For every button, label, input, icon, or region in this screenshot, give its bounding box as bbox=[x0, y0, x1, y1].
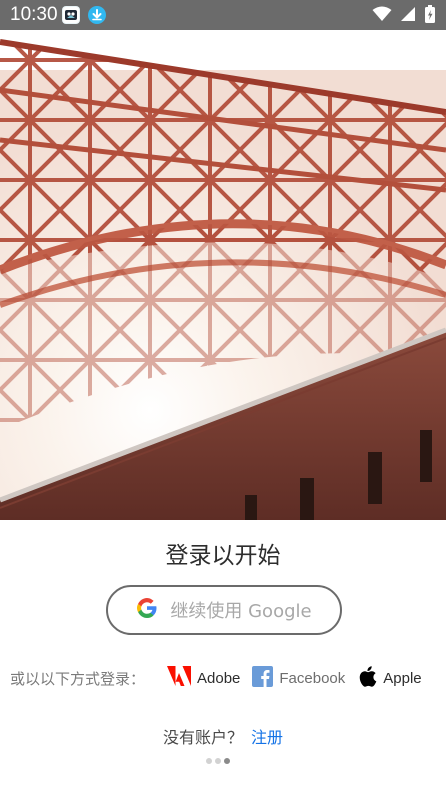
facebook-icon bbox=[252, 665, 274, 691]
status-bar: 10:30 bbox=[0, 0, 446, 30]
facebook-login-button[interactable]: Facebook bbox=[252, 665, 346, 691]
wifi-icon bbox=[372, 6, 392, 26]
adobe-login-button[interactable]: Adobe bbox=[167, 666, 240, 690]
alt-login-row: 或以以下方式登录： Adobe Facebook Apple bbox=[10, 665, 440, 691]
download-icon bbox=[88, 6, 106, 24]
apple-label: Apple bbox=[383, 669, 422, 687]
hero-image bbox=[0, 30, 446, 520]
adobe-icon bbox=[167, 666, 192, 690]
alt-login-label: 或以以下方式登录： bbox=[10, 669, 146, 688]
battery-icon bbox=[424, 5, 436, 27]
wallpaper-app-icon bbox=[62, 6, 80, 24]
apple-login-button[interactable]: Apple bbox=[357, 665, 422, 692]
page-dot bbox=[215, 758, 221, 764]
signup-prompt: 没有账户？ bbox=[162, 728, 243, 747]
continue-with-google-button[interactable]: 继续使用 Google bbox=[106, 585, 342, 635]
status-time: 10:30 bbox=[10, 4, 58, 25]
page-dot-active bbox=[224, 758, 230, 764]
signup-link[interactable]: 注册 bbox=[251, 728, 283, 747]
page-dot bbox=[206, 758, 212, 764]
facebook-label: Facebook bbox=[279, 669, 346, 687]
page-title: 登录以开始 bbox=[165, 543, 281, 569]
google-g-icon bbox=[136, 597, 158, 623]
apple-icon bbox=[357, 665, 377, 692]
google-button-label: 继续使用 Google bbox=[170, 601, 312, 622]
page-indicator bbox=[206, 758, 230, 764]
signup-row: 没有账户？ 注册 bbox=[0, 724, 446, 748]
adobe-label: Adobe bbox=[197, 669, 241, 687]
signal-icon bbox=[400, 6, 416, 26]
